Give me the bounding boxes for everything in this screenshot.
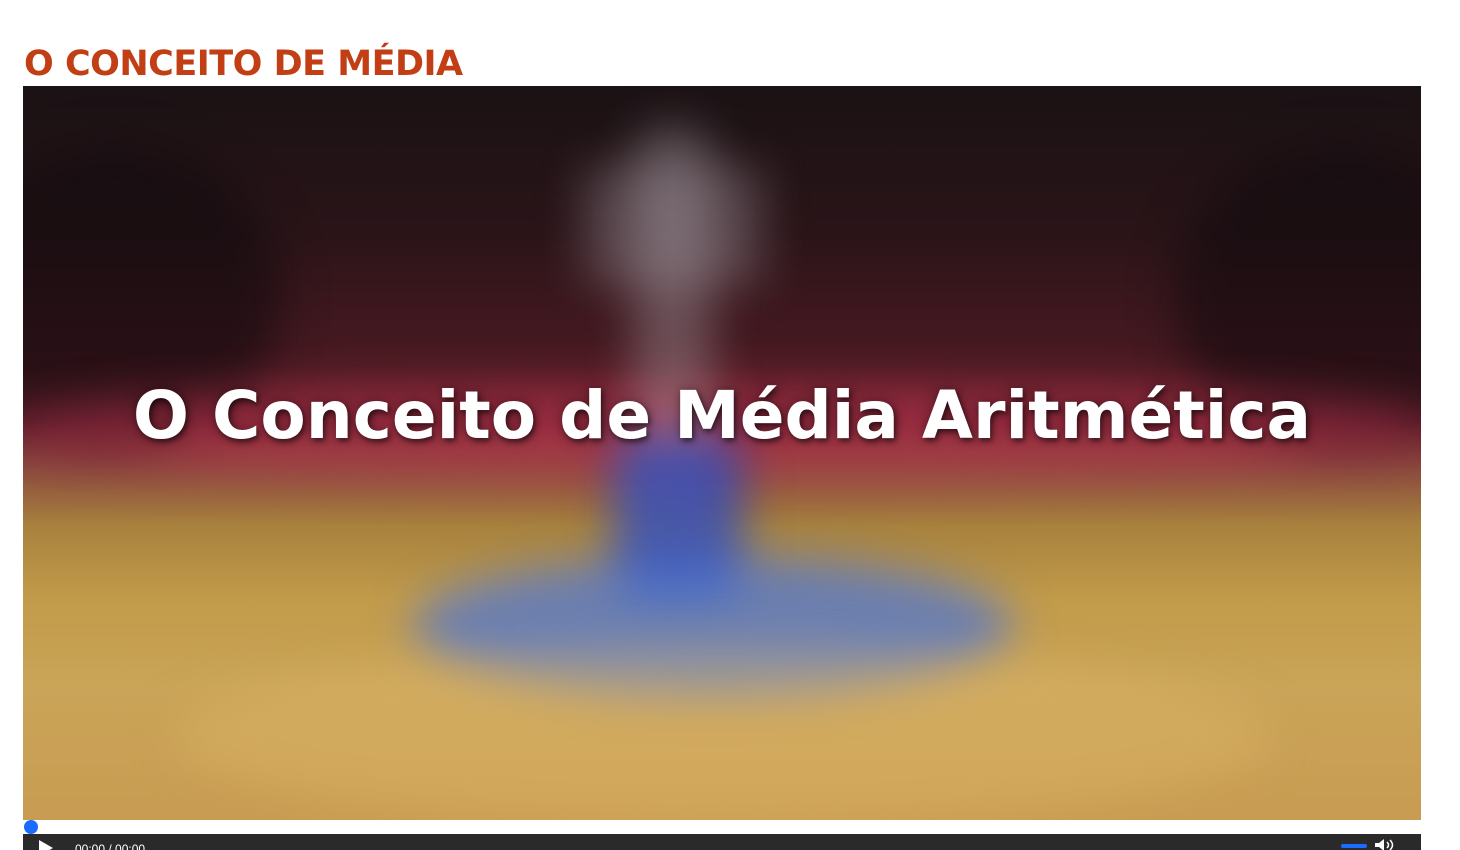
play-icon[interactable] xyxy=(39,840,53,850)
video-controls: 00:00 / 00:00 xyxy=(23,834,1421,850)
court-floor-shine xyxy=(173,646,1273,820)
page-title: O CONCEITO DE MÉDIA xyxy=(24,44,463,84)
volume-slider[interactable] xyxy=(1341,844,1367,848)
page: O CONCEITO DE MÉDIA O Conceito de Média … xyxy=(0,0,1460,850)
video-caption: O Conceito de Média Aritmética xyxy=(132,377,1312,454)
video-player[interactable]: O Conceito de Média Aritmética 00:00 / 0… xyxy=(23,86,1421,850)
video-frame[interactable]: O Conceito de Média Aritmética xyxy=(23,86,1421,820)
time-display: 00:00 / 00:00 xyxy=(75,842,146,850)
video-progress-handle[interactable] xyxy=(24,820,38,834)
video-progress-bar[interactable] xyxy=(23,820,1421,834)
volume-icon[interactable] xyxy=(1373,838,1401,850)
